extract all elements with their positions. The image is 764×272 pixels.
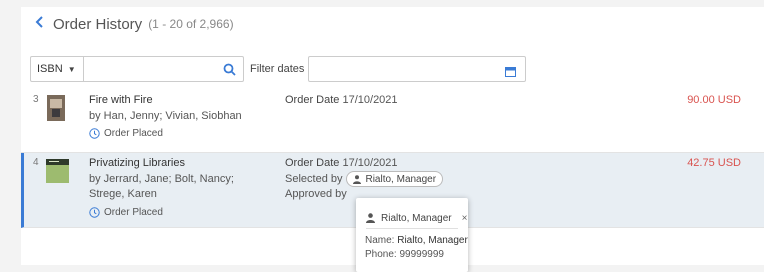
order-price: 90.00 USD xyxy=(687,94,741,106)
book-cover-image xyxy=(46,159,69,183)
order-date-value: 17/10/2021 xyxy=(342,157,398,169)
filter-dates-label: Filter dates xyxy=(250,63,305,75)
date-filter-input[interactable] xyxy=(308,56,527,82)
calendar-icon[interactable] xyxy=(505,64,517,82)
filter-bar: ISBN ▼ Filter dates xyxy=(30,56,527,82)
phone-value: 99999999 xyxy=(399,249,444,260)
search-field-value: ISBN xyxy=(37,63,63,75)
book-cover-image xyxy=(47,95,65,121)
approved-by-label: Approved by xyxy=(285,188,347,200)
order-history-panel: Order History (1 - 20 of 2,966) ISBN ▼ F… xyxy=(21,7,764,272)
popover-phone-line: Phone: 99999999 xyxy=(356,249,468,260)
result-count: (1 - 20 of 2,966) xyxy=(148,17,234,31)
book-title[interactable]: Privatizing Libraries xyxy=(89,157,185,169)
back-chevron-icon[interactable] xyxy=(35,16,44,32)
book-title[interactable]: Fire with Fire xyxy=(89,94,153,106)
clock-icon xyxy=(89,128,100,139)
order-status-label: Order Placed xyxy=(104,207,163,218)
search-input[interactable] xyxy=(84,56,244,82)
search-field-select[interactable]: ISBN ▼ xyxy=(30,56,84,82)
selected-by: Selected by Rialto, Manager xyxy=(285,171,444,187)
order-date: Order Date 17/10/2021 xyxy=(285,157,398,169)
order-date-label: Order Date xyxy=(285,94,340,106)
order-status: Order Placed xyxy=(89,128,163,139)
phone-label: Phone: xyxy=(365,249,397,260)
order-price: 42.75 USD xyxy=(687,157,741,169)
order-date-value: 17/10/2021 xyxy=(342,94,398,106)
person-icon xyxy=(366,213,375,223)
selected-by-label: Selected by xyxy=(285,173,343,185)
order-row[interactable]: 3 Fire with Fire by Han, Jenny; Vivian, … xyxy=(21,90,764,153)
popover-header: Rialto, Manager × xyxy=(356,198,468,228)
clock-icon xyxy=(89,207,100,218)
order-status: Order Placed xyxy=(89,207,163,218)
close-icon[interactable]: × xyxy=(462,213,468,224)
order-date: Order Date 17/10/2021 xyxy=(285,94,398,106)
page-title: Order History xyxy=(53,15,143,33)
popover-name-line: Name: Rialto, Manager xyxy=(356,235,468,246)
order-status-label: Order Placed xyxy=(104,128,163,139)
caret-down-icon: ▼ xyxy=(67,64,76,74)
selected-by-user-chip[interactable]: Rialto, Manager xyxy=(346,171,444,187)
user-details-popover: Rialto, Manager × Name: Rialto, Manager … xyxy=(356,198,468,272)
book-authors: by Jerrard, Jane; Bolt, Nancy; Strege, K… xyxy=(89,173,234,200)
person-icon xyxy=(353,174,362,184)
row-index: 4 xyxy=(33,157,39,168)
row-index: 3 xyxy=(33,94,39,105)
page-header: Order History (1 - 20 of 2,966) xyxy=(21,7,234,41)
name-value: Rialto, Manager xyxy=(397,235,468,246)
name-label: Name: xyxy=(365,235,395,246)
divider xyxy=(366,228,458,229)
selected-by-user-name: Rialto, Manager xyxy=(365,173,437,185)
popover-user-name: Rialto, Manager xyxy=(381,212,452,224)
order-date-label: Order Date xyxy=(285,157,340,169)
search-icon[interactable] xyxy=(223,63,236,81)
book-authors: by Han, Jenny; Vivian, Siobhan xyxy=(89,110,242,122)
